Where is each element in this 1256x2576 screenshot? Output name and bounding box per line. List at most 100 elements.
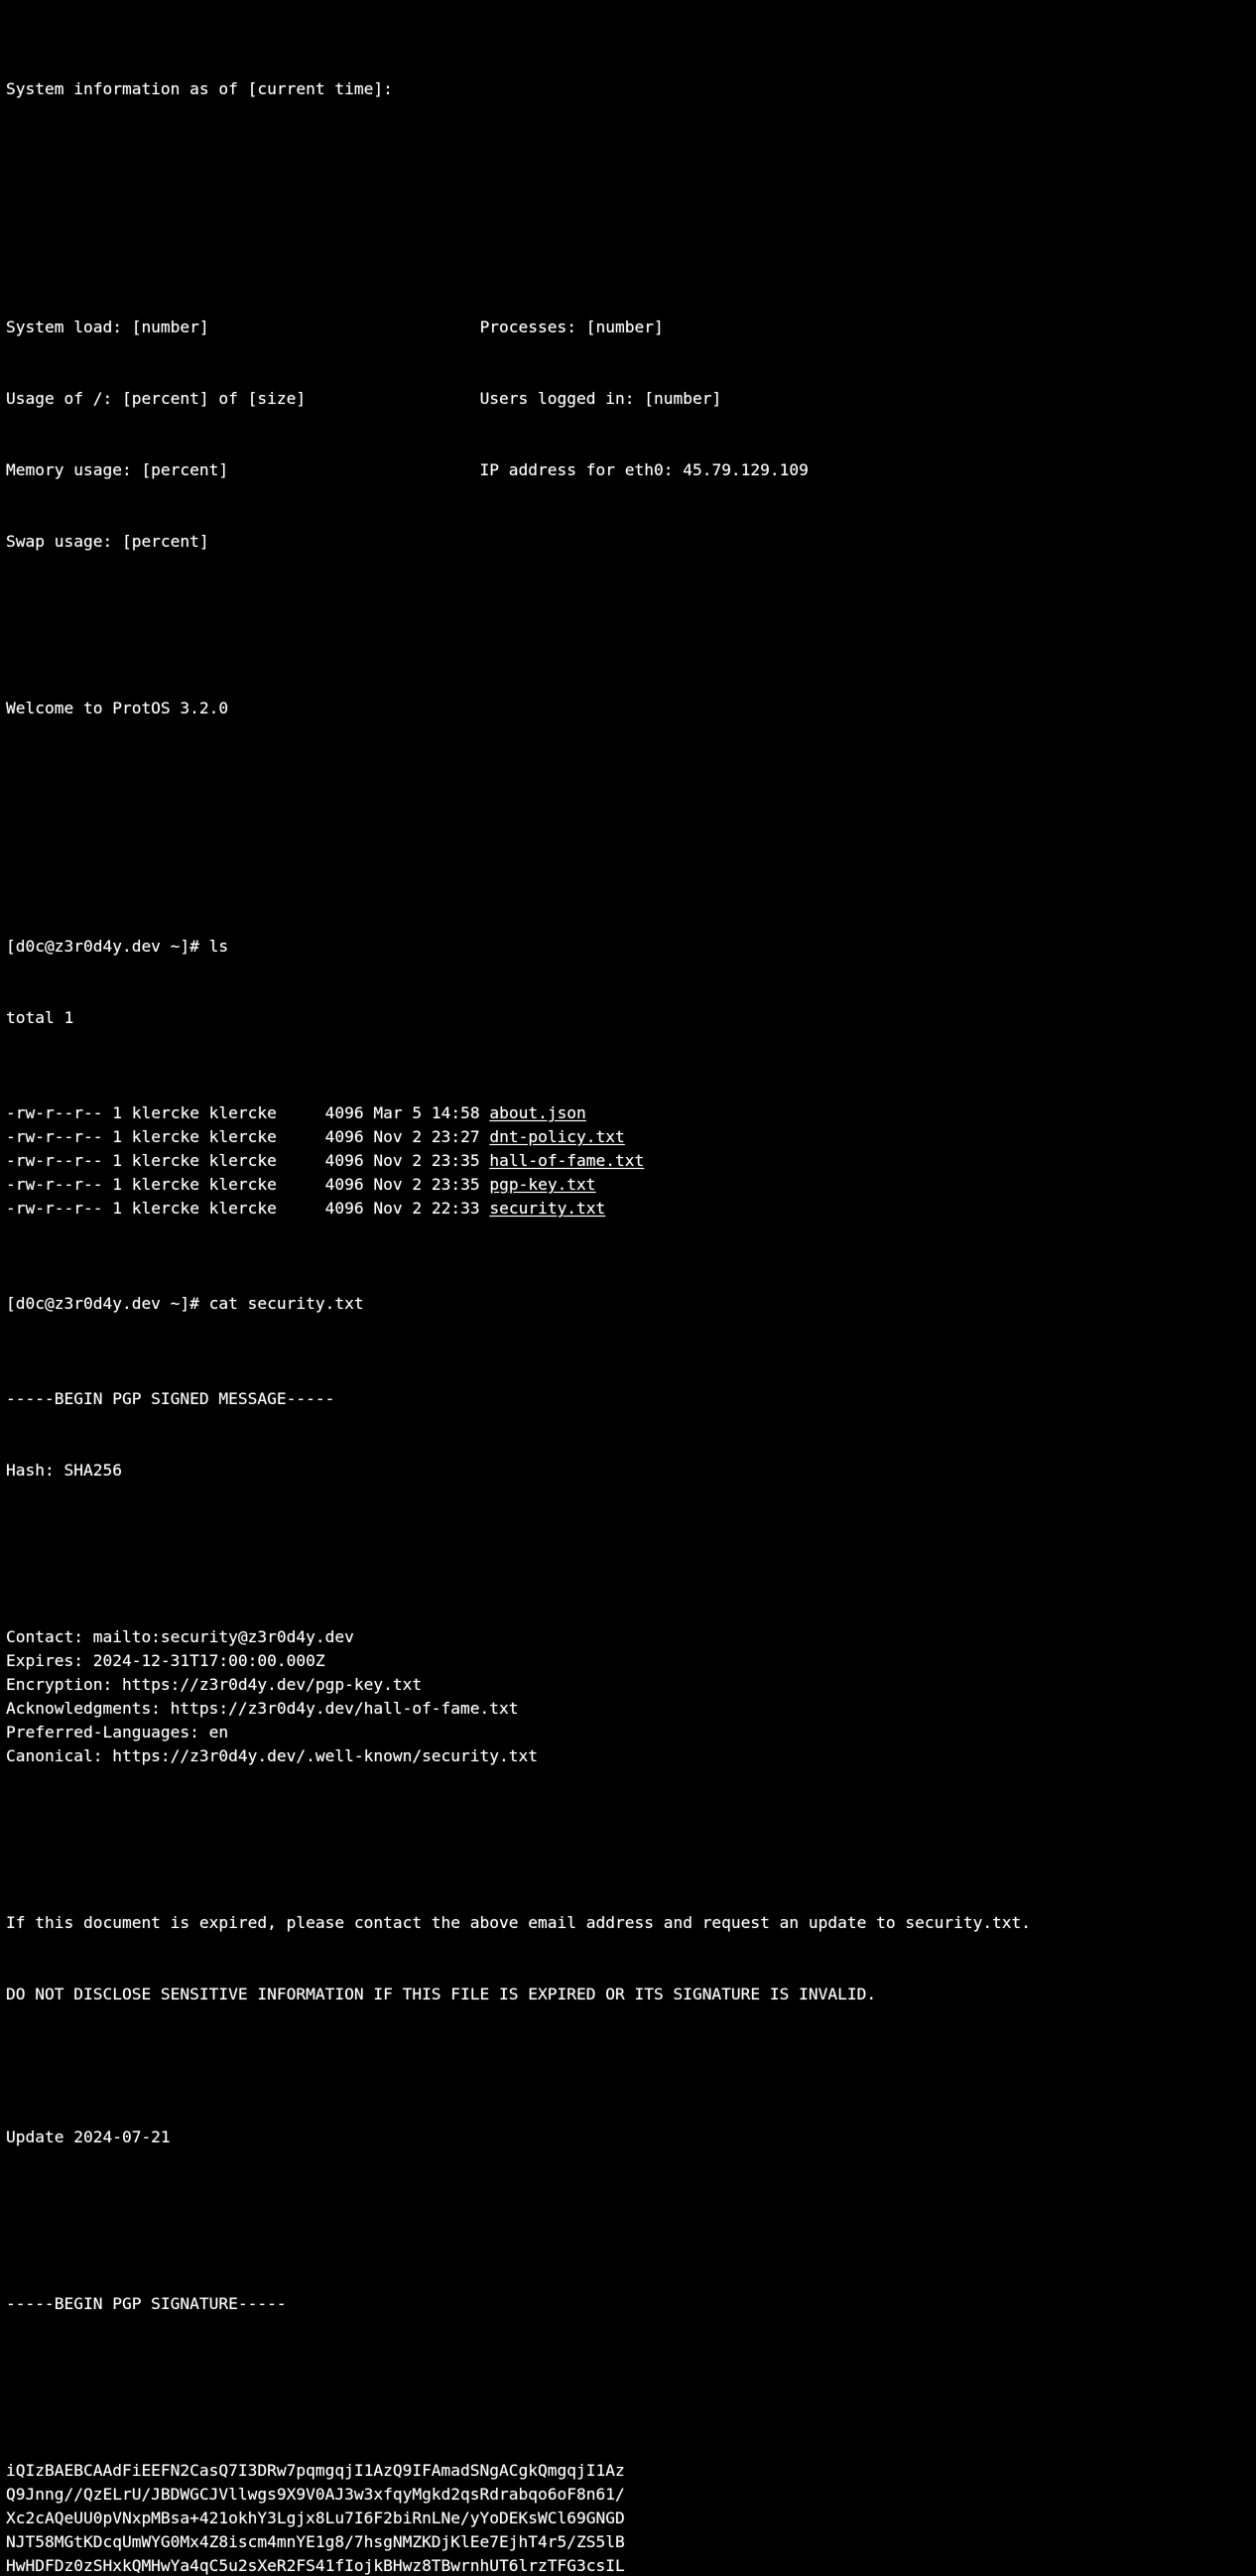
command-line-cat: [d0c@z3r0d4y.dev ~]# cat security.txt [6, 1292, 1256, 1316]
motd-stat-right: Processes: [number] [479, 318, 664, 336]
file-time: 23:35 [422, 1151, 490, 1170]
file-month: Nov [363, 1151, 403, 1170]
motd-stat-right: Users logged in: [number] [479, 389, 722, 408]
file-owner: klercke [121, 1151, 199, 1170]
pgp-signed-message-begin: -----BEGIN PGP SIGNED MESSAGE----- [6, 1389, 335, 1408]
file-link[interactable]: dnt-policy.txt [489, 1127, 624, 1146]
motd-stat-right: IP address for eth0: 45.79.129.109 [479, 460, 809, 479]
update-date: Update 2024-07-21 [6, 2127, 171, 2146]
file-size: 4096 [276, 1127, 364, 1146]
motd-stat-row: Swap usage: [percent] [6, 530, 1256, 554]
table-row: -rw-r--r-- 1 klercke klercke 4096 Nov 2 … [6, 1149, 1256, 1173]
file-link-count: 1 [102, 1199, 122, 1218]
file-day: 2 [402, 1199, 423, 1218]
file-link[interactable]: security.txt [489, 1199, 605, 1218]
disclosure-warning: DO NOT DISCLOSE SENSITIVE INFORMATION IF… [6, 1985, 877, 2003]
file-time: 23:35 [422, 1175, 490, 1194]
file-day: 2 [402, 1175, 423, 1194]
pgp-hash-header: Hash: SHA256 [6, 1461, 122, 1480]
file-day: 2 [402, 1127, 423, 1146]
pgp-signature-line: Q9Jnng//QzELrU/JBDWGCJVllwgs9X9V0AJ3w3xf… [6, 2485, 625, 2504]
file-group: klercke [198, 1199, 277, 1218]
pgp-signature-line: NJT58MGtKDcqUmWYG0Mx4Z8iscm4mnYE1g8/7hsg… [6, 2532, 625, 2551]
file-link-count: 1 [102, 1103, 122, 1122]
motd-stat-row: System load: [number] Processes: [number… [6, 316, 1256, 339]
file-owner: klercke [121, 1199, 199, 1218]
table-row: -rw-r--r-- 1 klercke klercke 4096 Nov 2 … [6, 1197, 1256, 1221]
security-txt-fields: Contact: mailto:security@z3r0d4y.dev Expi… [6, 1625, 1256, 1768]
shell-prompt: [d0c@z3r0d4y.dev ~]# [6, 1294, 199, 1313]
security-txt-field: Expires: 2024-12-31T17:00:00.000Z [6, 1651, 325, 1670]
welcome-message: Welcome to ProtOS 3.2.0 [6, 699, 229, 717]
file-link[interactable]: about.json [489, 1103, 585, 1122]
file-day: 2 [402, 1151, 423, 1170]
file-month: Nov [363, 1199, 403, 1218]
file-link-count: 1 [102, 1175, 122, 1194]
ls-listing: -rw-r--r-- 1 klercke klercke 4096 Mar 5 … [6, 1101, 1256, 1221]
file-group: klercke [198, 1103, 277, 1122]
file-time: 23:27 [422, 1127, 490, 1146]
file-group: klercke [198, 1151, 277, 1170]
table-row: -rw-r--r-- 1 klercke klercke 4096 Mar 5 … [6, 1101, 1256, 1125]
file-permissions: -rw-r--r-- [6, 1199, 103, 1218]
command-line-ls: [d0c@z3r0d4y.dev ~]# ls [6, 935, 1256, 959]
pgp-signature-line: HwHDFDz0zSHxkQMHwYa4qC5u2sXeR2FS41fIojkB… [6, 2556, 625, 2575]
file-day: 5 [402, 1103, 423, 1122]
file-group: klercke [198, 1175, 277, 1194]
file-time: 14:58 [422, 1103, 490, 1122]
motd-stat-row: Memory usage: [percent] IP address for e… [6, 458, 1256, 482]
file-owner: klercke [121, 1175, 199, 1194]
motd-header: System information as of [current time]: [6, 79, 393, 98]
pgp-signature-line: iQIzBAEBCAAdFiEEFN2CasQ7I3DRw7pqmgqjI1Az… [6, 2461, 625, 2480]
security-txt-field: Canonical: https://z3r0d4y.dev/.well-kno… [6, 1746, 539, 1765]
file-group: klercke [198, 1127, 277, 1146]
file-size: 4096 [276, 1175, 364, 1194]
shell-prompt: [d0c@z3r0d4y.dev ~]# [6, 937, 199, 956]
table-row: -rw-r--r-- 1 klercke klercke 4096 Nov 2 … [6, 1173, 1256, 1197]
pgp-signature-body: iQIzBAEBCAAdFiEEFN2CasQ7I3DRw7pqmgqjI1Az… [6, 2459, 1256, 2576]
file-time: 22:33 [422, 1199, 490, 1218]
expiry-notice: If this document is expired, please cont… [6, 1913, 1032, 1932]
file-month: Nov [363, 1127, 403, 1146]
motd-stat-left: Swap usage: [percent] [6, 532, 209, 551]
file-month: Nov [363, 1175, 403, 1194]
file-permissions: -rw-r--r-- [6, 1103, 103, 1122]
security-txt-field: Encryption: https://z3r0d4y.dev/pgp-key.… [6, 1675, 423, 1694]
file-permissions: -rw-r--r-- [6, 1175, 103, 1194]
motd-stat-left: System load: [number] [6, 318, 209, 336]
command-text-ls: ls [198, 937, 229, 956]
file-link-count: 1 [102, 1127, 122, 1146]
file-link[interactable]: pgp-key.txt [489, 1175, 595, 1194]
motd-stat-row: Usage of /: [percent] of [size] Users lo… [6, 387, 1256, 411]
ls-total: total 1 [6, 1008, 74, 1027]
terminal-screen[interactable]: System information as of [current time]:… [0, 0, 1256, 2575]
file-size: 4096 [276, 1103, 364, 1122]
file-link-count: 1 [102, 1151, 122, 1170]
file-size: 4096 [276, 1199, 364, 1218]
file-owner: klercke [121, 1127, 199, 1146]
pgp-signature-begin: -----BEGIN PGP SIGNATURE----- [6, 2294, 287, 2313]
file-permissions: -rw-r--r-- [6, 1127, 103, 1146]
pgp-signature-line: Xc2cAQeUU0pVNxpMBsa+421okhY3Lgjx8Lu7I6F2… [6, 2509, 625, 2527]
file-link[interactable]: hall-of-fame.txt [489, 1151, 644, 1170]
file-owner: klercke [121, 1103, 199, 1122]
security-txt-field: Contact: mailto:security@z3r0d4y.dev [6, 1627, 354, 1646]
security-txt-field: Preferred-Languages: en [6, 1723, 229, 1741]
security-txt-field: Acknowledgments: https://z3r0d4y.dev/hal… [6, 1699, 519, 1718]
motd-stat-left: Usage of /: [percent] of [size] [6, 389, 307, 408]
command-text-cat: cat security.txt [198, 1294, 364, 1313]
file-month: Mar [363, 1103, 403, 1122]
motd-stat-left: Memory usage: [percent] [6, 460, 229, 479]
table-row: -rw-r--r-- 1 klercke klercke 4096 Nov 2 … [6, 1125, 1256, 1149]
file-permissions: -rw-r--r-- [6, 1151, 103, 1170]
